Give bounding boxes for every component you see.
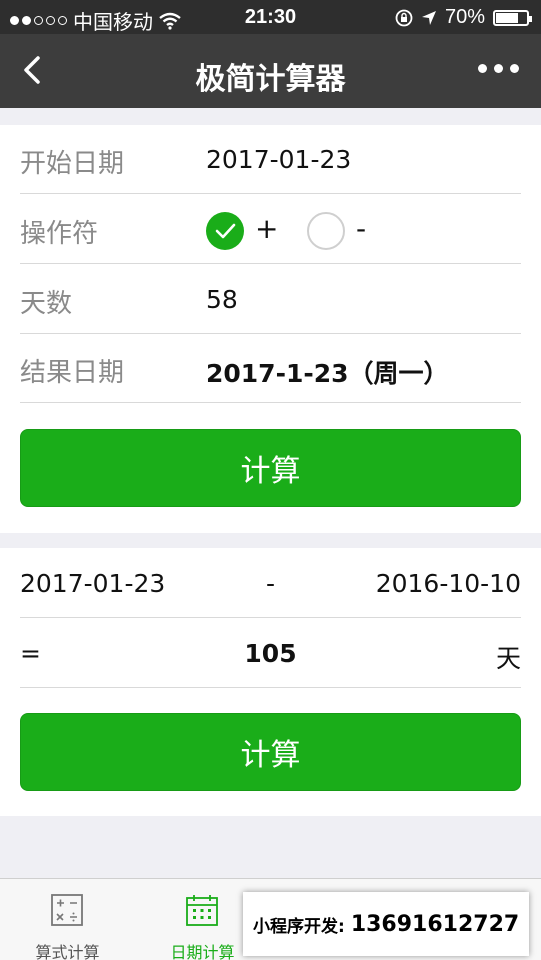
minus-radio[interactable] (307, 212, 345, 250)
nav-bar: 极简计算器 (0, 34, 541, 108)
operator-row: 操作符 + - (20, 195, 521, 264)
date-add-card: 开始日期 2017-01-23 操作符 + - 天数 58 结果日期 2017-… (0, 125, 541, 533)
start-date-picker[interactable]: 2017-01-23 (206, 145, 351, 174)
calculate-diff-button[interactable]: 计算 (20, 713, 521, 791)
tab-formula-label: 算式计算 (35, 943, 100, 960)
date-diff-card: 2017-01-23 - 2016-10-10 = 105 天 计算 (0, 548, 541, 816)
plus-radio[interactable] (206, 212, 244, 250)
start-date-row[interactable]: 开始日期 2017-01-23 (20, 125, 521, 194)
location-arrow-icon (421, 10, 436, 25)
rotation-lock-icon (395, 9, 413, 26)
calculator-icon (51, 894, 83, 926)
developer-contact-banner: 小程序开发: 13691612727 (243, 892, 529, 956)
calculate-button[interactable]: 计算 (20, 429, 521, 507)
result-date-label: 结果日期 (20, 358, 125, 388)
page-title: 极简计算器 (195, 62, 346, 97)
days-row[interactable]: 天数 58 (20, 265, 521, 334)
start-date-label: 开始日期 (20, 149, 125, 179)
date-b-picker[interactable]: 2016-10-10 (376, 569, 521, 598)
date-diff-input-row: 2017-01-23 - 2016-10-10 (20, 548, 521, 618)
more-icon[interactable] (478, 64, 519, 73)
plus-label: + (255, 212, 279, 245)
battery-icon (493, 9, 532, 26)
diff-unit-label: 天 (495, 644, 521, 673)
result-date-row: 结果日期 2017-1-23（周一） (20, 334, 521, 403)
banner-phone: 13691612727 (350, 911, 520, 937)
result-date-value: 2017-1-23（周一） (206, 359, 449, 388)
date-diff-result-row: = 105 天 (20, 618, 521, 688)
battery-percent: 70% (444, 6, 485, 28)
operator-label: 操作符 (20, 219, 99, 249)
minus-label: - (356, 212, 367, 245)
tab-formula[interactable]: 算式计算 (0, 879, 135, 960)
days-input[interactable]: 58 (206, 285, 238, 314)
check-icon (215, 223, 236, 239)
calendar-icon (186, 895, 218, 926)
diff-result-value: 105 (244, 639, 297, 668)
days-label: 天数 (20, 289, 73, 319)
status-bar: 中国移动 21:30 70% (0, 0, 541, 34)
banner-prefix: 小程序开发: (253, 916, 345, 937)
